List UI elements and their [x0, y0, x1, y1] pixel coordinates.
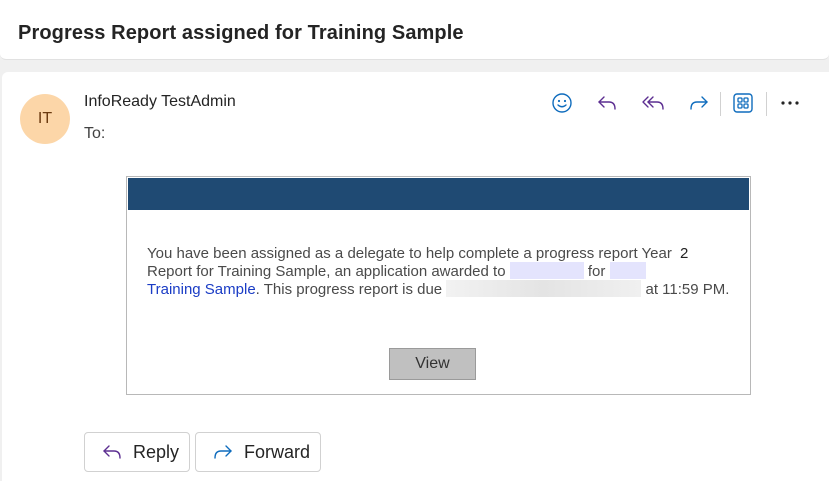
smiley-icon: [552, 93, 572, 113]
sender-name[interactable]: InfoReady TestAdmin: [84, 93, 236, 111]
email-message-text: You have been assigned as a delegate to …: [147, 245, 737, 298]
more-icon: [781, 101, 799, 105]
message-text-part: at 11:59 PM.: [645, 281, 730, 298]
to-label: To:: [84, 125, 106, 142]
reply-footer-button[interactable]: Reply: [84, 432, 190, 472]
email-body: You have been assigned as a delegate to …: [126, 176, 751, 395]
reply-icon: [598, 96, 616, 110]
redacted-text: [609, 262, 646, 279]
redacted-date: [446, 280, 642, 297]
reply-icon: [101, 442, 123, 462]
more-button[interactable]: [776, 90, 804, 116]
react-button[interactable]: [548, 90, 576, 116]
email-banner: [128, 178, 749, 210]
message-text-part: for: [587, 263, 606, 280]
toolbar-divider: [720, 92, 721, 116]
email-subject: Progress Report assigned for Training Sa…: [18, 22, 464, 44]
reply-all-button[interactable]: [639, 90, 667, 116]
forward-label: Forward: [244, 441, 311, 462]
reply-label: Reply: [133, 441, 180, 462]
apps-icon: [733, 93, 753, 113]
message-card: IT InfoReady TestAdmin To: You have been…: [2, 72, 829, 481]
message-text-part: You have been assigned as a delegate to …: [147, 245, 672, 262]
forward-button[interactable]: [685, 90, 713, 116]
message-text-part: Report for Training Sample, an applicati…: [147, 263, 506, 280]
reply-all-icon: [642, 96, 664, 110]
training-sample-link[interactable]: Training Sample: [147, 281, 256, 298]
forward-footer-button[interactable]: Forward: [195, 432, 321, 472]
message-text-part: . This progress report is due: [255, 281, 443, 298]
avatar[interactable]: IT: [20, 94, 70, 144]
toolbar-divider: [766, 92, 767, 116]
reply-button[interactable]: [593, 90, 621, 116]
year-number: 2: [680, 245, 689, 262]
apps-button[interactable]: [729, 90, 757, 116]
subject-bar: Progress Report assigned for Training Sa…: [0, 0, 829, 60]
forward-icon: [212, 442, 234, 462]
redacted-name: [509, 262, 584, 279]
forward-icon: [690, 96, 708, 110]
view-button[interactable]: View: [389, 348, 476, 380]
